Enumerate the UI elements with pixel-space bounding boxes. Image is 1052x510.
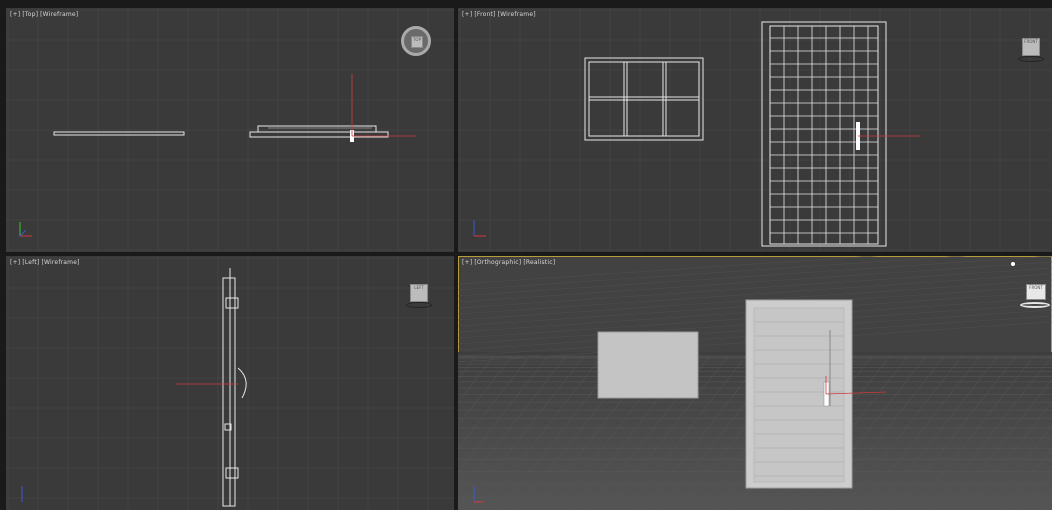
window-object-top[interactable] (53, 131, 185, 136)
viewport-menu-plus[interactable]: [+] (462, 11, 472, 18)
grid (458, 8, 1052, 252)
viewport-label-top[interactable]: [+] [Top] [Wireframe] (10, 11, 80, 18)
view-cube-face[interactable]: FRONT (1022, 38, 1040, 56)
window-object-front[interactable] (584, 57, 704, 141)
viewport-shading-mode[interactable]: [Wireframe] (40, 11, 78, 18)
door-object-left[interactable] (222, 268, 247, 507)
light-indicator-icon (1011, 262, 1015, 266)
viewport-orthographic[interactable]: [+] [Orthographic] [Realistic] FRONT (458, 256, 1052, 510)
view-cube-icon[interactable]: FRONT (1020, 282, 1050, 312)
viewport-left-canvas (6, 256, 454, 510)
viewport-menu-plus[interactable]: [+] (462, 259, 472, 266)
viewport-top[interactable]: [+] [Top] [Wireframe] TOP (6, 8, 454, 252)
viewport-point-of-view[interactable]: [Top] (22, 11, 38, 18)
door-object-top[interactable] (249, 125, 389, 142)
viewport-shading-mode[interactable]: [Wireframe] (41, 259, 79, 266)
viewport-label-front[interactable]: [+] [Front] [Wireframe] (462, 11, 538, 18)
view-cube-face[interactable]: FRONT (1026, 284, 1046, 300)
viewport-orthographic-canvas (458, 256, 1052, 510)
viewport-shading-mode[interactable]: [Realistic] (523, 259, 555, 266)
viewport-left[interactable]: [+] [Left] [Wireframe] LEFT (6, 256, 454, 510)
view-cube-face[interactable]: LEFT (410, 284, 428, 302)
viewport-label-left[interactable]: [+] [Left] [Wireframe] (10, 259, 82, 266)
axis-tripod-icon (473, 220, 486, 237)
grid (6, 8, 454, 252)
viewport-top-canvas (6, 8, 454, 252)
view-cube-icon[interactable]: TOP (411, 36, 423, 48)
view-cube-icon[interactable]: FRONT (1018, 36, 1044, 62)
viewport-front[interactable]: [+] [Front] [Wireframe] FRONT (458, 8, 1052, 252)
view-cube-icon[interactable]: LEFT (406, 282, 432, 308)
door-object-front[interactable] (761, 21, 887, 247)
viewport-shading-mode[interactable]: [Wireframe] (498, 11, 536, 18)
viewport-point-of-view[interactable]: [Front] (474, 11, 495, 18)
steering-wheel-icon[interactable]: TOP (401, 26, 431, 56)
axis-tripod-icon (19, 222, 32, 237)
viewport-front-canvas (458, 8, 1052, 252)
viewport-menu-plus[interactable]: [+] (10, 11, 20, 18)
viewport-menu-plus[interactable]: [+] (10, 259, 20, 266)
viewport-point-of-view[interactable]: [Orthographic] (474, 259, 521, 266)
viewport-point-of-view[interactable]: [Left] (22, 259, 39, 266)
gizmo-top[interactable] (351, 74, 416, 137)
viewport-label-orthographic[interactable]: [+] [Orthographic] [Realistic] (462, 259, 557, 266)
window-object-persp[interactable] (597, 331, 699, 399)
